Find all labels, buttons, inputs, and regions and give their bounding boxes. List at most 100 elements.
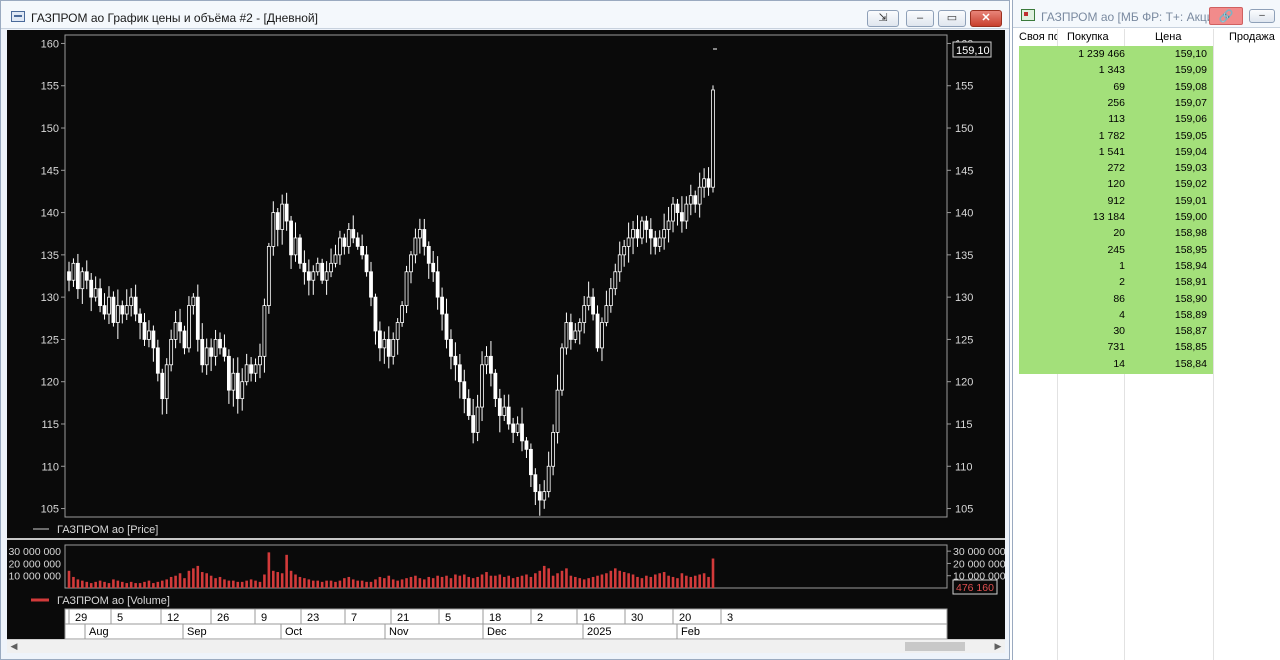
- candle-body: [662, 229, 667, 239]
- volume-bar: [471, 578, 475, 588]
- scroll-right-icon[interactable]: ▶: [991, 640, 1005, 653]
- order-book-row[interactable]: 1 343 159,09: [1019, 63, 1213, 79]
- candle-body: [178, 322, 182, 332]
- candle-body: [635, 229, 640, 239]
- candle-body: [262, 305, 267, 357]
- volume-bar: [387, 575, 391, 588]
- volume-bar: [187, 570, 191, 588]
- order-book-row[interactable]: 1 541 159,04: [1019, 145, 1213, 161]
- volume-axis-right: 10 000 00020 000 00030 000 000: [947, 546, 1005, 583]
- volume-bar: [236, 581, 240, 588]
- order-book-row[interactable]: 69 159,08: [1019, 80, 1213, 96]
- volume-bar: [587, 578, 590, 588]
- order-book-minimize-button[interactable]: –: [1249, 9, 1275, 23]
- price-tick-label-left: 105: [41, 504, 59, 516]
- order-book-row[interactable]: 86 158,90: [1019, 292, 1213, 308]
- candle-body: [591, 296, 595, 315]
- candle-body: [111, 296, 116, 323]
- order-book-row[interactable]: 272 159,03: [1019, 161, 1213, 177]
- order-book-row[interactable]: 731 158,85: [1019, 340, 1213, 356]
- order-book-row[interactable]: 4 158,89: [1019, 308, 1213, 324]
- bid-price: 158,85: [1174, 341, 1207, 354]
- order-book-row[interactable]: 1 158,94: [1019, 259, 1213, 275]
- candle-body: [169, 339, 174, 366]
- column-buy[interactable]: Покупка: [1067, 31, 1123, 43]
- candle-body: [657, 237, 662, 247]
- day-label: 21: [397, 612, 409, 624]
- order-book-row[interactable]: 256 159,07: [1019, 96, 1213, 112]
- chart-horizontal-scrollbar[interactable]: ◀ ▶: [7, 639, 1005, 653]
- price-tick-label-right: 105: [955, 504, 973, 516]
- candle-body: [391, 339, 396, 357]
- candle-body: [644, 220, 649, 230]
- minimize-button[interactable]: –: [906, 10, 934, 27]
- candle-body: [435, 271, 440, 298]
- order-book-row[interactable]: 2 158,91: [1019, 275, 1213, 291]
- candle-body: [213, 339, 218, 357]
- volume-bar: [294, 574, 297, 588]
- chart-canvas[interactable]: 105 110 115 120 125 130 135 140 145 150 155 160 105…: [7, 30, 1005, 639]
- bid-volume: 86: [1113, 292, 1125, 305]
- bid-price: 158,89: [1174, 308, 1207, 321]
- day-label: 26: [217, 612, 229, 624]
- pin-button[interactable]: ⇲: [867, 10, 899, 27]
- close-button[interactable]: ✕: [970, 10, 1002, 27]
- volume-bar: [565, 568, 568, 588]
- volume-bar: [489, 575, 493, 588]
- order-book-header: Своя по Покупка Цена Продажа: [1013, 29, 1280, 46]
- bid-price: 159,04: [1174, 145, 1207, 158]
- volume-bar: [240, 581, 244, 588]
- price-tick-label-right: 155: [955, 81, 973, 93]
- link-icon[interactable]: 🔗: [1209, 7, 1243, 25]
- volume-bar: [671, 576, 675, 588]
- volume-bar: [303, 578, 306, 588]
- bid-price: 158,94: [1174, 259, 1207, 272]
- candle-body: [413, 237, 418, 256]
- chart-svg[interactable]: 105110115120125130135140145150155160 105…: [7, 30, 1005, 639]
- order-book-row[interactable]: 13 184 159,00: [1019, 210, 1213, 226]
- candle-body: [484, 355, 489, 366]
- chart-window-icon: [11, 11, 25, 22]
- order-book-row[interactable]: 245 158,95: [1019, 243, 1213, 259]
- volume-tick-label-right: 30 000 000: [953, 546, 1005, 558]
- bid-volume: 256: [1107, 96, 1125, 109]
- order-book-rows[interactable]: 1 239 466 159,10 1 343 159,09 69 159,08 256 159…: [1013, 46, 1280, 660]
- candle-body: [675, 203, 680, 213]
- candle-body: [577, 322, 582, 332]
- order-book-row[interactable]: 30 158,87: [1019, 324, 1213, 340]
- scrollbar-thumb[interactable]: [905, 642, 965, 651]
- volume-bar: [112, 579, 115, 588]
- bid-volume: 4: [1119, 308, 1125, 321]
- column-own[interactable]: Своя по: [1019, 31, 1057, 43]
- order-book-row[interactable]: 1 239 466 159,10: [1019, 47, 1213, 63]
- volume-bar: [622, 572, 626, 588]
- day-label: 2: [537, 612, 543, 624]
- order-book-row[interactable]: 1 782 159,05: [1019, 129, 1213, 145]
- order-book-row[interactable]: 20 158,98: [1019, 226, 1213, 242]
- order-book-titlebar[interactable]: ГАЗПРОМ ао [МБ ФР: Т+: Акции 🔗 –: [1013, 0, 1280, 28]
- volume-bar: [636, 576, 639, 588]
- order-book-row[interactable]: 120 159,02: [1019, 177, 1213, 193]
- volume-bar: [245, 580, 248, 588]
- order-book-row[interactable]: 912 159,01: [1019, 194, 1213, 210]
- volume-bar: [280, 573, 284, 588]
- column-price[interactable]: Цена: [1155, 31, 1195, 43]
- volume-bar: [116, 580, 120, 588]
- candle-body: [373, 296, 378, 332]
- column-sell[interactable]: Продажа: [1229, 31, 1280, 43]
- scroll-left-icon[interactable]: ◀: [7, 640, 21, 653]
- volume-bar: [103, 581, 106, 588]
- candle-body: [693, 195, 698, 205]
- order-book-row[interactable]: 14 158,84: [1019, 357, 1213, 373]
- volume-tick-label-left: 30 000 000: [8, 546, 61, 558]
- price-tick-label-right: 115: [955, 419, 973, 431]
- candle-body: [138, 313, 142, 323]
- chart-window-titlebar[interactable]: ГАЗПРОМ ао График цены и объёма #2 - [Дн…: [1, 1, 1009, 29]
- candle-body: [471, 415, 476, 433]
- bid-volume: 731: [1107, 341, 1125, 354]
- maximize-button[interactable]: ▭: [938, 10, 966, 27]
- volume-bar: [578, 578, 582, 588]
- order-book-row[interactable]: 113 159,06: [1019, 112, 1213, 128]
- volume-bar: [569, 575, 573, 588]
- candle-body: [311, 271, 316, 281]
